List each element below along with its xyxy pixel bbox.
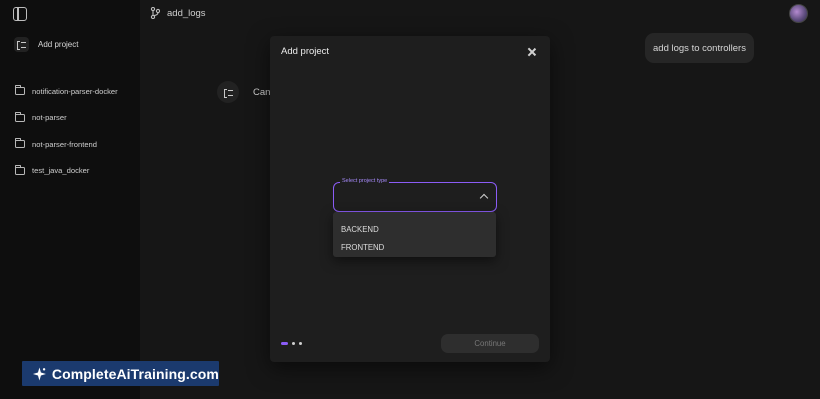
folder-icon (15, 111, 25, 122)
sidebar-toggle-icon[interactable] (13, 7, 27, 21)
folder-icon (15, 138, 25, 149)
project-list: notification-parser-docker not-parser no… (15, 85, 118, 191)
project-label: notification-parser-docker (32, 86, 118, 96)
option-backend[interactable]: BACKEND (333, 220, 496, 238)
project-icon (14, 37, 29, 52)
project-label: test_java_docker (32, 166, 90, 176)
sidebar-item-project[interactable]: test_java_docker (15, 164, 118, 177)
add-project-button[interactable]: Add project (14, 37, 78, 52)
sidebar: Add project notification-parser-docker n… (0, 0, 140, 399)
project-label: not-parser-frontend (32, 139, 98, 149)
step-indicator (281, 342, 302, 345)
folder-icon (15, 164, 25, 175)
branch-label: add_logs (167, 7, 206, 19)
option-frontend[interactable]: FRONTEND (333, 238, 496, 256)
watermark-text: CompleteAiTraining.com (51, 365, 219, 382)
sidebar-item-project[interactable]: not-parser (15, 111, 118, 124)
add-project-modal: Add project Select project type BACKEND … (270, 36, 550, 362)
user-message-bubble: add logs to controllers (645, 33, 754, 63)
user-avatar[interactable] (789, 4, 808, 23)
step-dot (299, 342, 302, 345)
step-dot-active (281, 342, 288, 345)
sidebar-item-project[interactable]: notification-parser-docker (15, 85, 118, 97)
branch-indicator[interactable]: add_logs (150, 7, 206, 19)
watermark-banner: CompleteAiTraining.com (22, 361, 219, 386)
project-type-select[interactable]: Select project type (333, 178, 497, 212)
folder-icon (15, 85, 25, 95)
chevron-up-icon[interactable] (479, 193, 489, 203)
assistant-avatar (217, 81, 239, 103)
assistant-icon (221, 85, 236, 100)
sidebar-item-project[interactable]: not-parser-frontend (15, 138, 118, 150)
select-label: Select project type (340, 178, 390, 184)
add-project-label: Add project (38, 40, 79, 49)
modal-title: Add project (281, 46, 330, 57)
sparkle-logo-icon (32, 366, 46, 381)
continue-button[interactable]: Continue (441, 334, 539, 353)
project-label: not-parser (32, 113, 67, 123)
git-branch-icon (150, 7, 160, 19)
project-type-dropdown: BACKEND FRONTEND (333, 212, 496, 257)
user-message-text: add logs to controllers (653, 42, 746, 54)
close-icon[interactable] (526, 46, 538, 58)
step-dot (292, 342, 295, 345)
